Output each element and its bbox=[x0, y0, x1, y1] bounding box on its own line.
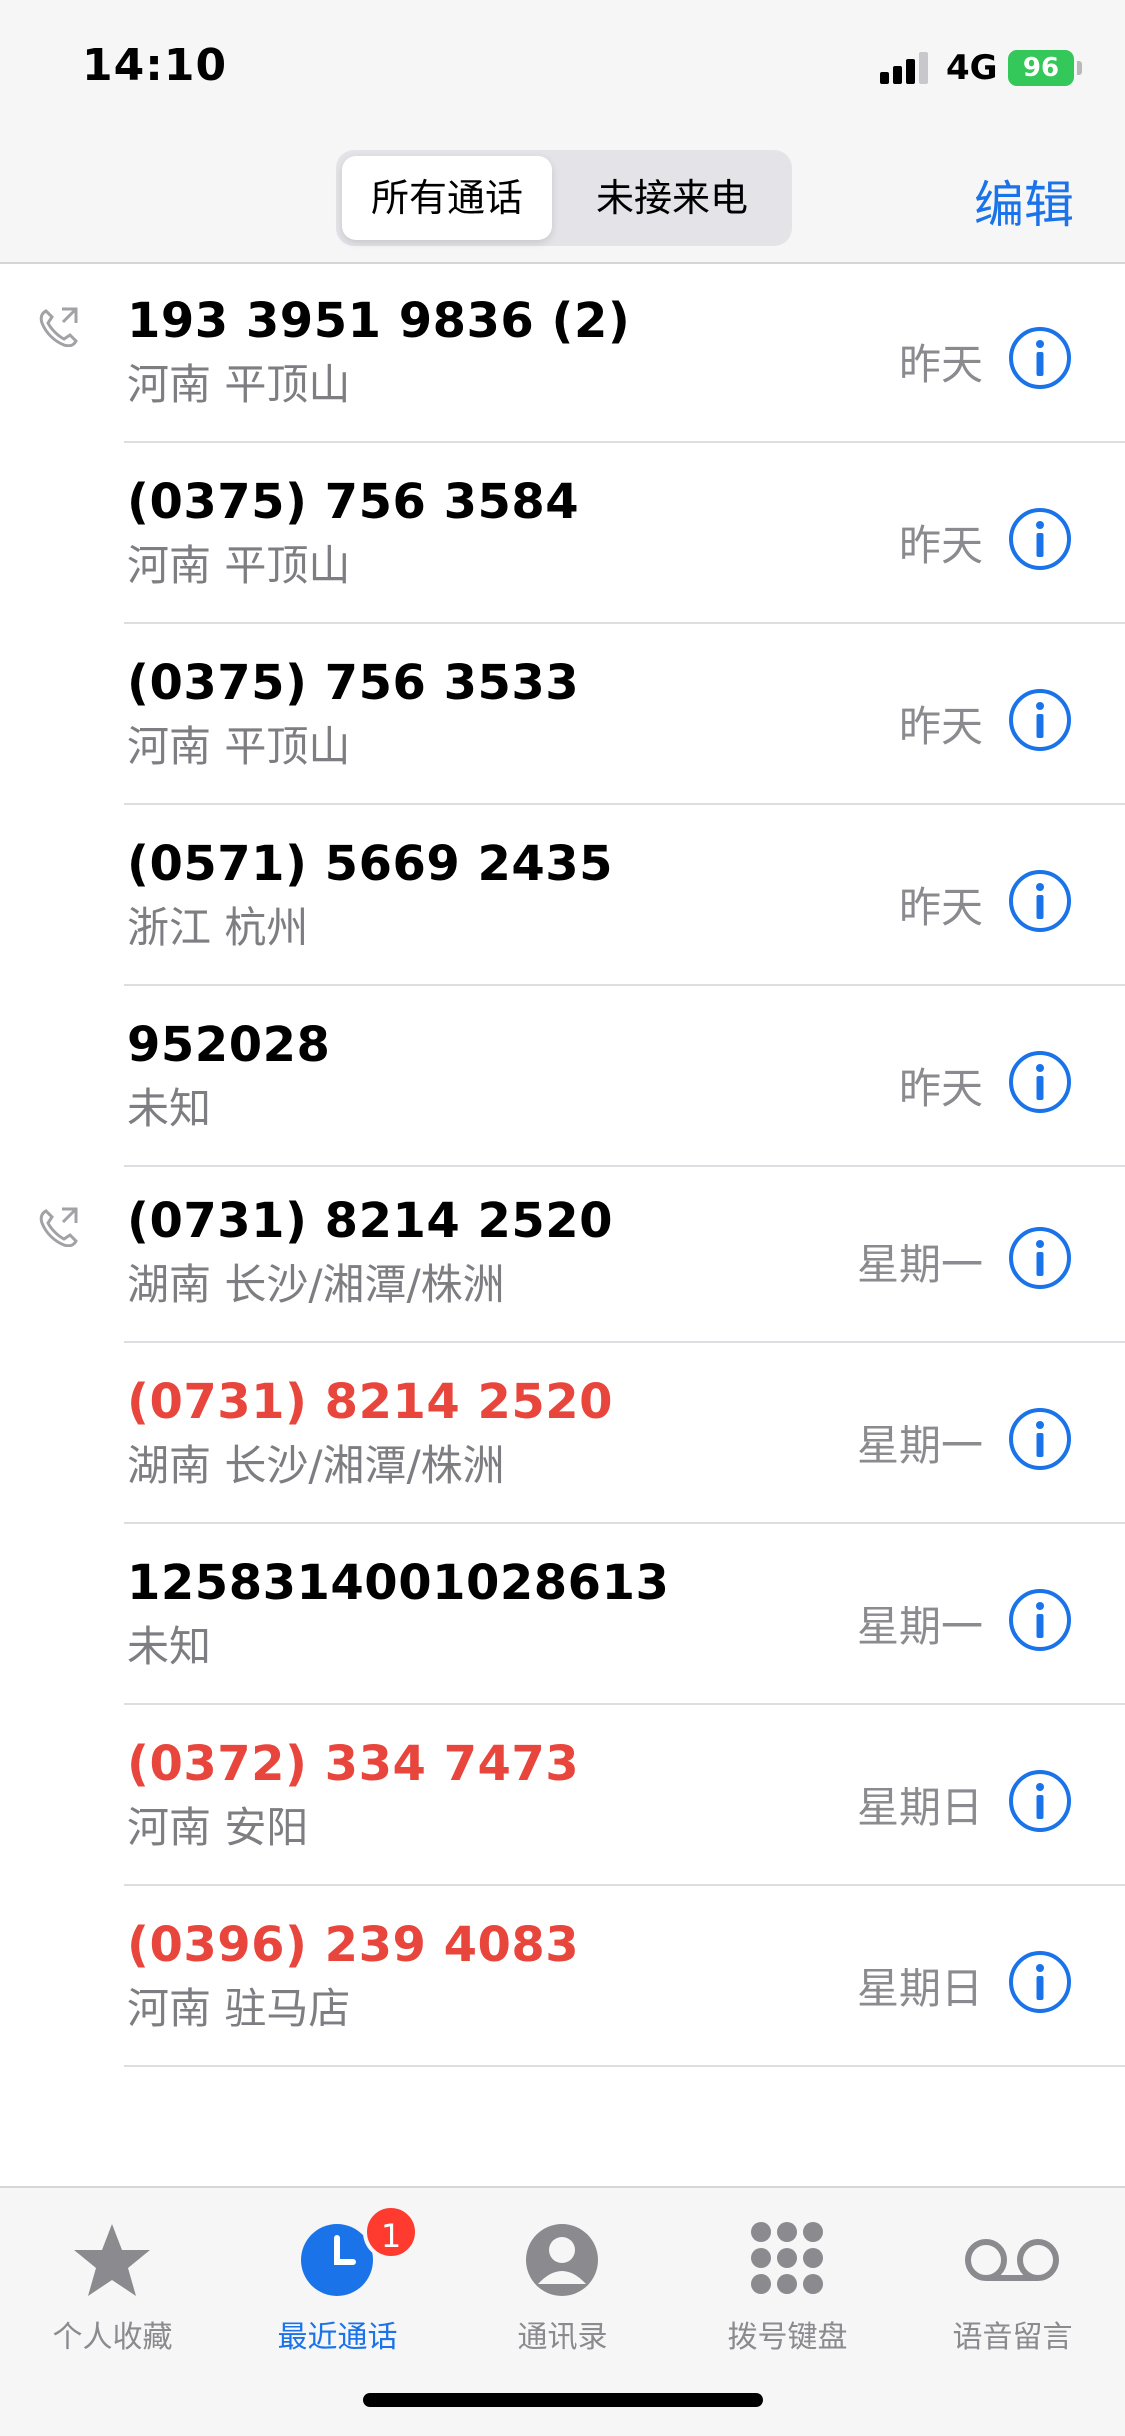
outgoing-call-icon bbox=[39, 1207, 78, 1247]
call-number: (0571) 5669 2435 bbox=[127, 836, 614, 892]
tab-label: 最近通话 bbox=[277, 2320, 398, 2355]
star-icon bbox=[74, 2224, 150, 2296]
call-location: 河南 驻马店 bbox=[127, 1984, 351, 2033]
tab-label: 个人收藏 bbox=[52, 2320, 173, 2355]
call-row[interactable]: (0375) 756 3533 河南 平顶山 昨天 bbox=[0, 624, 1125, 805]
info-icon[interactable] bbox=[1007, 868, 1073, 934]
outgoing-call-icon bbox=[39, 307, 78, 347]
call-number: (0372) 334 7473 bbox=[127, 1736, 580, 1792]
call-location: 浙江 杭州 bbox=[127, 903, 309, 952]
call-filter-segmented-control: 所有通话 未接来电 bbox=[336, 150, 792, 246]
tab-label: 语音留言 bbox=[952, 2320, 1073, 2355]
keypad-icon bbox=[751, 2222, 823, 2294]
call-row[interactable]: 193 3951 9836 (2) 河南 平顶山 昨天 bbox=[0, 266, 1125, 443]
call-number: 1258314001028613 bbox=[127, 1555, 670, 1611]
info-icon[interactable] bbox=[1007, 506, 1073, 572]
call-number: (0396) 239 4083 bbox=[127, 1917, 580, 1973]
info-icon[interactable] bbox=[1007, 1587, 1073, 1653]
call-row[interactable]: 952028 未知 昨天 bbox=[0, 986, 1125, 1167]
row-divider bbox=[124, 2065, 1125, 2067]
call-date: 星期一 bbox=[856, 1240, 983, 1289]
segment-missed-calls[interactable]: 未接来电 bbox=[558, 156, 786, 240]
call-date: 星期一 bbox=[856, 1602, 983, 1651]
call-date: 星期日 bbox=[856, 1964, 983, 2013]
signal-icon bbox=[880, 50, 932, 84]
call-row[interactable]: (0396) 239 4083 河南 驻马店 星期日 bbox=[0, 1886, 1125, 2067]
info-icon[interactable] bbox=[1007, 687, 1073, 753]
tab-label: 拨号键盘 bbox=[727, 2320, 848, 2355]
call-date: 星期日 bbox=[856, 1783, 983, 1832]
battery-icon: 96 bbox=[1008, 50, 1074, 86]
tab-label: 通讯录 bbox=[517, 2320, 608, 2355]
call-date: 昨天 bbox=[898, 1064, 983, 1113]
call-row[interactable]: (0375) 756 3584 河南 平顶山 昨天 bbox=[0, 443, 1125, 624]
network-type: 4G bbox=[946, 48, 998, 88]
tab-contacts[interactable]: 通讯录 bbox=[450, 2202, 675, 2355]
call-row[interactable]: (0731) 8214 2520 湖南 长沙/湘潭/株洲 星期一 bbox=[0, 1167, 1125, 1343]
contact-icon bbox=[526, 2224, 598, 2296]
edit-button[interactable]: 编辑 bbox=[974, 165, 1074, 237]
missed-badge: 1 bbox=[363, 2204, 419, 2260]
call-location: 河南 平顶山 bbox=[127, 722, 351, 771]
info-icon[interactable] bbox=[1007, 1049, 1073, 1115]
call-number: (0731) 8214 2520 bbox=[127, 1374, 614, 1430]
call-location: 河南 平顶山 bbox=[127, 360, 351, 409]
call-location: 未知 bbox=[127, 1084, 212, 1133]
call-number: (0375) 756 3533 bbox=[127, 655, 580, 711]
call-date: 昨天 bbox=[898, 702, 983, 751]
call-row[interactable]: (0731) 8214 2520 湖南 长沙/湘潭/株洲 星期一 bbox=[0, 1343, 1125, 1524]
info-icon[interactable] bbox=[1007, 1949, 1073, 2015]
call-date: 昨天 bbox=[898, 883, 983, 932]
info-icon[interactable] bbox=[1007, 1406, 1073, 1472]
call-row[interactable]: 1258314001028613 未知 星期一 bbox=[0, 1524, 1125, 1705]
info-icon[interactable] bbox=[1007, 325, 1073, 391]
segment-all-calls[interactable]: 所有通话 bbox=[342, 156, 552, 240]
battery-level: 96 bbox=[1022, 53, 1060, 83]
call-date: 昨天 bbox=[898, 340, 983, 389]
call-number: 952028 bbox=[127, 1017, 331, 1073]
tab-voicemail[interactable]: 语音留言 bbox=[900, 2202, 1125, 2355]
recent-calls-list[interactable]: 152 3755 0994河南 平顶山昨天193 3951 9836 (2)河南… bbox=[0, 266, 1125, 2186]
battery-tip bbox=[1077, 61, 1082, 75]
call-row[interactable]: (0372) 334 7473 河南 安阳 星期日 bbox=[0, 1705, 1125, 1886]
call-location: 河南 安阳 bbox=[127, 1803, 309, 1852]
info-icon[interactable] bbox=[1007, 1768, 1073, 1834]
info-icon[interactable] bbox=[1007, 1225, 1073, 1291]
call-location: 湖南 长沙/湘潭/株洲 bbox=[127, 1441, 505, 1490]
tab-keypad[interactable]: 拨号键盘 bbox=[675, 2202, 900, 2355]
tab-favorites[interactable]: 个人收藏 bbox=[0, 2202, 225, 2355]
call-number: 193 3951 9836 (2) bbox=[127, 293, 631, 349]
call-number: (0731) 8214 2520 bbox=[127, 1193, 614, 1249]
voicemail-icon bbox=[965, 2239, 1059, 2281]
tab-recents[interactable]: 1 最近通话 bbox=[225, 2202, 450, 2355]
header: 14:10 4G 96 所有通话 未接来电 编辑 bbox=[0, 0, 1125, 264]
call-location: 湖南 长沙/湘潭/株洲 bbox=[127, 1260, 505, 1309]
call-date: 星期一 bbox=[856, 1421, 983, 1470]
call-number: (0375) 756 3584 bbox=[127, 474, 580, 530]
call-location: 未知 bbox=[127, 1622, 212, 1671]
call-location: 河南 平顶山 bbox=[127, 541, 351, 590]
call-row[interactable]: (0571) 5669 2435 浙江 杭州 昨天 bbox=[0, 805, 1125, 986]
call-date: 昨天 bbox=[898, 521, 983, 570]
home-indicator bbox=[363, 2393, 763, 2407]
status-time: 14:10 bbox=[82, 40, 228, 91]
